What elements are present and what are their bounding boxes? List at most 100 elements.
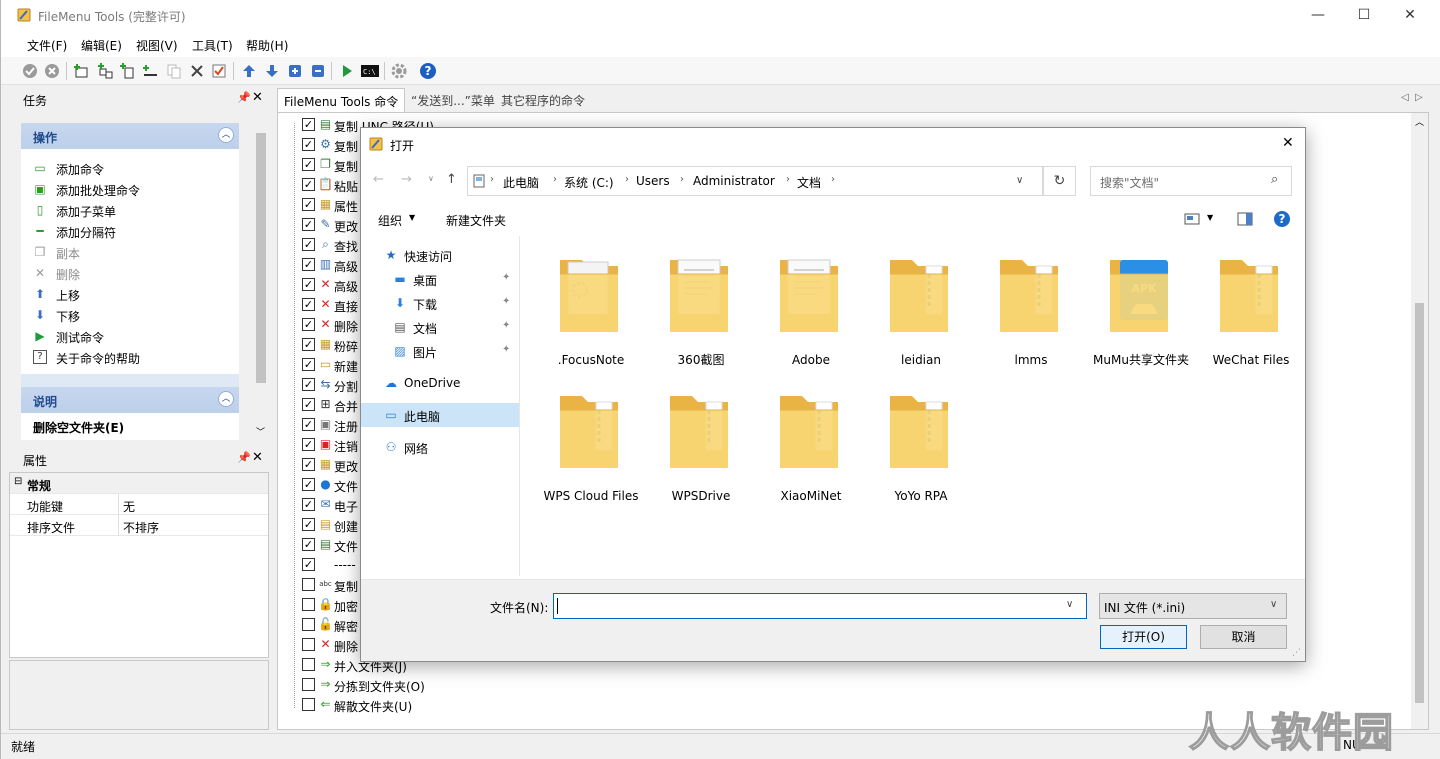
add-command-icon[interactable]: [72, 62, 90, 80]
task-item[interactable]: ▣ 添加批处理命令: [21, 178, 239, 199]
folder-item[interactable]: WeChat Files: [1202, 248, 1300, 378]
tree-row[interactable]: ⇒ 分拣到文件夹(O): [302, 675, 1402, 695]
uncheck-all-icon[interactable]: [43, 62, 61, 80]
folder-item[interactable]: YoYo RPA: [872, 384, 970, 514]
tab-send-to-menu[interactable]: “发送到...”菜单: [405, 88, 501, 112]
collapse-icon[interactable]: [309, 62, 327, 80]
filename-input[interactable]: ∨: [553, 593, 1087, 619]
chevron-down-icon[interactable]: ∨: [1270, 599, 1277, 610]
checked-checkbox[interactable]: ✓: [302, 298, 315, 311]
chevron-up-icon[interactable]: ︿: [1415, 115, 1424, 128]
checked-checkbox[interactable]: ✓: [302, 418, 315, 431]
dialog-close-icon[interactable]: ✕: [1282, 135, 1294, 151]
checked-checkbox[interactable]: ✓: [302, 558, 315, 571]
address-bar[interactable]: › 此电脑 › 系统 (C:) › Users › Administrator …: [467, 166, 1043, 196]
checked-checkbox[interactable]: ✓: [302, 218, 315, 231]
unchecked-checkbox[interactable]: [302, 678, 315, 691]
menu-file[interactable]: 文件(F): [27, 37, 67, 54]
checked-checkbox[interactable]: ✓: [302, 358, 315, 371]
folder-item[interactable]: Adobe: [762, 248, 860, 378]
checked-checkbox[interactable]: ✓: [302, 438, 315, 451]
refresh-icon[interactable]: ↻: [1043, 166, 1076, 196]
menu-view[interactable]: 视图(V): [136, 37, 178, 54]
gear-icon[interactable]: [390, 62, 408, 80]
nav-item[interactable]: ☁ OneDrive: [361, 371, 519, 395]
nav-item[interactable]: ★ 快速访问: [361, 243, 519, 267]
task-item[interactable]: ▯ 添加子菜单: [21, 199, 239, 220]
checked-checkbox[interactable]: ✓: [302, 238, 315, 251]
checked-checkbox[interactable]: ✓: [302, 398, 315, 411]
unchecked-checkbox[interactable]: [302, 618, 315, 631]
help-icon[interactable]: ?: [1273, 210, 1291, 228]
breadcrumb-c-drive[interactable]: 系统 (C:): [564, 174, 614, 191]
task-item[interactable]: ▶ 测试命令: [21, 325, 239, 346]
unchecked-checkbox[interactable]: [302, 578, 315, 591]
task-item[interactable]: ▭ 添加命令: [21, 157, 239, 178]
organize-button[interactable]: 组织: [378, 212, 402, 229]
checked-checkbox[interactable]: ✓: [302, 158, 315, 171]
close-button[interactable]: ✕: [1387, 0, 1433, 31]
pin-icon[interactable]: ✦: [502, 320, 510, 331]
tab-scroll-right-icon[interactable]: ▷: [1415, 92, 1423, 103]
back-arrow-icon[interactable]: ←: [373, 172, 384, 187]
chevron-down-icon[interactable]: ﹀: [256, 425, 265, 438]
recent-locations-icon[interactable]: ∨: [428, 174, 434, 183]
help-icon[interactable]: ?: [419, 62, 437, 80]
chevron-up-icon[interactable]: ︿: [218, 127, 234, 143]
add-submenu-icon[interactable]: [118, 62, 136, 80]
pin-icon[interactable]: 📌: [237, 91, 251, 104]
task-item[interactable]: ⬇ 下移: [21, 304, 239, 325]
close-panel-icon[interactable]: ✕: [252, 450, 263, 465]
checked-checkbox[interactable]: ✓: [302, 198, 315, 211]
preview-pane-icon[interactable]: [1237, 212, 1253, 226]
menu-tools[interactable]: 工具(T): [192, 37, 233, 54]
checked-checkbox[interactable]: ✓: [302, 538, 315, 551]
unchecked-checkbox[interactable]: [302, 598, 315, 611]
cancel-button[interactable]: 取消: [1200, 625, 1287, 649]
test-check-icon[interactable]: [210, 62, 228, 80]
chevron-down-icon[interactable]: ▼: [409, 213, 415, 222]
task-item[interactable]: ? 关于命令的帮助: [21, 346, 239, 367]
folder-item[interactable]: WPS Cloud Files: [542, 384, 640, 514]
unchecked-checkbox[interactable]: [302, 658, 315, 671]
scroll-thumb[interactable]: [256, 133, 266, 383]
new-folder-button[interactable]: 新建文件夹: [446, 212, 506, 229]
up-arrow-icon[interactable]: ↑: [446, 172, 457, 187]
collapse-section-icon[interactable]: ⊟: [14, 476, 22, 487]
forward-arrow-icon[interactable]: →: [401, 172, 412, 187]
delete-icon[interactable]: [188, 62, 206, 80]
search-box[interactable]: 搜索"文档" ⌕: [1090, 166, 1292, 196]
task-item[interactable]: ✕ 删除: [21, 262, 239, 283]
checked-checkbox[interactable]: ✓: [302, 338, 315, 351]
task-item[interactable]: ⬆ 上移: [21, 283, 239, 304]
breadcrumb-administrator[interactable]: Administrator: [693, 174, 775, 188]
add-batch-icon[interactable]: [96, 62, 114, 80]
open-button[interactable]: 打开(O): [1100, 625, 1187, 649]
folder-item[interactable]: WPSDrive: [652, 384, 750, 514]
property-value[interactable]: 无: [123, 498, 135, 515]
expand-icon[interactable]: [286, 62, 304, 80]
maximize-button[interactable]: ☐: [1341, 0, 1387, 31]
run-icon[interactable]: [338, 62, 356, 80]
tab-scroll-left-icon[interactable]: ◁: [1401, 92, 1409, 103]
folder-item[interactable]: lmms: [982, 248, 1080, 378]
tree-scrollbar[interactable]: ︿: [1411, 113, 1428, 729]
chevron-down-icon[interactable]: ▼: [1207, 213, 1213, 222]
pin-icon[interactable]: ✦: [502, 344, 510, 355]
chevron-down-icon[interactable]: ∨: [1016, 175, 1023, 186]
pin-icon[interactable]: ✦: [502, 296, 510, 307]
checked-checkbox[interactable]: ✓: [302, 118, 315, 131]
folder-item[interactable]: 360截图: [652, 248, 750, 378]
checked-checkbox[interactable]: ✓: [302, 518, 315, 531]
menu-edit[interactable]: 编辑(E): [81, 37, 122, 54]
property-section[interactable]: ⊟ 常规: [10, 473, 268, 494]
scroll-thumb[interactable]: [1415, 303, 1424, 703]
checked-checkbox[interactable]: ✓: [302, 458, 315, 471]
folder-item[interactable]: .FocusNote: [542, 248, 640, 378]
nav-item[interactable]: ▬ 桌面 ✦: [361, 267, 519, 291]
resize-grip-icon[interactable]: ⋰: [1292, 648, 1301, 658]
checked-checkbox[interactable]: ✓: [302, 138, 315, 151]
folder-item[interactable]: leidian: [872, 248, 970, 378]
pin-icon[interactable]: ✦: [502, 272, 510, 283]
checked-checkbox[interactable]: ✓: [302, 178, 315, 191]
